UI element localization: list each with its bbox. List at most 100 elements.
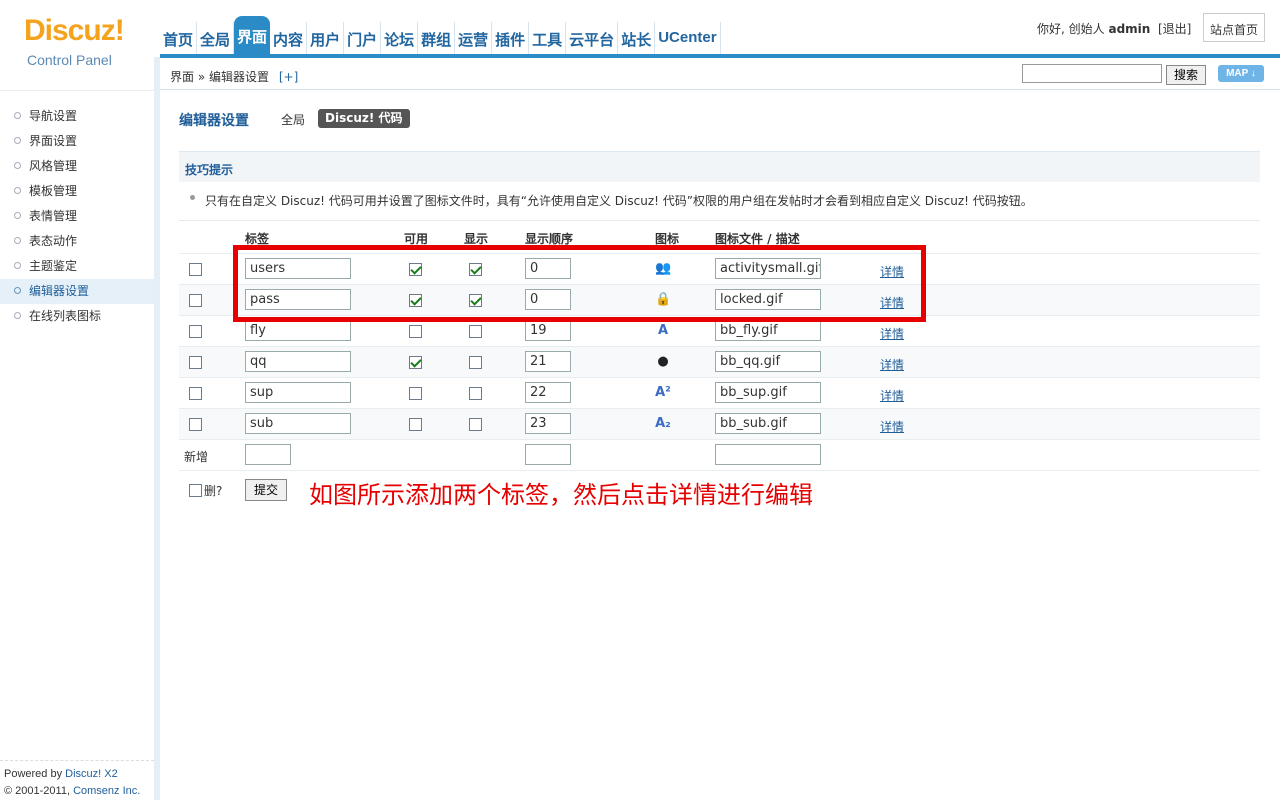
fly-icon: A: [657, 323, 669, 338]
column-header-enabled: 可用: [404, 232, 429, 246]
order-input[interactable]: 23: [525, 413, 571, 434]
nav-item-4[interactable]: 用户: [307, 22, 345, 54]
detail-link[interactable]: 详情: [880, 325, 904, 342]
sidebar-item-5[interactable]: 表态动作: [0, 229, 154, 254]
nav-item-3[interactable]: 内容: [270, 22, 308, 54]
delete-all-checkbox[interactable]: [189, 484, 202, 497]
breadcrumb-separator: »: [197, 70, 206, 84]
nav-item-11[interactable]: 云平台: [566, 22, 619, 54]
tab-global[interactable]: 全局: [281, 111, 305, 128]
sidebar-item-1[interactable]: 界面设置: [0, 129, 154, 154]
tag-input[interactable]: fly: [245, 320, 351, 341]
column-header-icon: 图标: [655, 232, 680, 246]
enabled-checkbox[interactable]: [409, 325, 422, 338]
nav-item-1[interactable]: 全局: [197, 22, 235, 54]
sidebar-item-label: 主题鉴定: [29, 259, 78, 273]
add-shortcut-link[interactable]: [+]: [279, 70, 298, 84]
row-select-checkbox[interactable]: [189, 387, 202, 400]
site-home-button[interactable]: 站点首页: [1203, 13, 1265, 42]
sidebar-item-4[interactable]: 表情管理: [0, 204, 154, 229]
nav-item-12[interactable]: 站长: [618, 22, 656, 54]
row-select-checkbox[interactable]: [189, 294, 202, 307]
shown-checkbox[interactable]: [469, 325, 482, 338]
icon-file-input[interactable]: bb_fly.gif: [715, 320, 821, 341]
icon-file-input[interactable]: bb_qq.gif: [715, 351, 821, 372]
circle-bullet-icon: [14, 237, 21, 244]
icon-file-input[interactable]: bb_sub.gif: [715, 413, 821, 434]
new-tag-input[interactable]: [245, 444, 291, 465]
order-input[interactable]: 21: [525, 351, 571, 372]
order-input[interactable]: 0: [525, 258, 571, 279]
sidebar-item-3[interactable]: 模板管理: [0, 179, 154, 204]
nav-item-2[interactable]: 界面: [234, 16, 271, 54]
enabled-checkbox[interactable]: [409, 263, 422, 276]
logout-link[interactable]: [退出]: [1158, 22, 1191, 36]
nav-item-10[interactable]: 工具: [529, 22, 567, 54]
nav-item-8[interactable]: 运营: [455, 22, 493, 54]
new-order-input[interactable]: [525, 444, 571, 465]
order-input[interactable]: 22: [525, 382, 571, 403]
enabled-checkbox[interactable]: [409, 356, 422, 369]
column-header-file: 图标文件 / 描述: [715, 232, 800, 246]
detail-link[interactable]: 详情: [880, 356, 904, 373]
icon-file-input[interactable]: locked.gif: [715, 289, 821, 310]
detail-link[interactable]: 详情: [880, 263, 904, 280]
nav-item-6[interactable]: 论坛: [381, 22, 419, 54]
tag-input[interactable]: users: [245, 258, 351, 279]
tag-input[interactable]: pass: [245, 289, 351, 310]
nav-item-0[interactable]: 首页: [160, 22, 198, 54]
row-select-checkbox[interactable]: [189, 325, 202, 338]
enabled-checkbox[interactable]: [409, 387, 422, 400]
nav-item-5[interactable]: 门户: [344, 22, 382, 54]
search-input[interactable]: [1022, 64, 1162, 83]
shown-checkbox[interactable]: [469, 387, 482, 400]
nav-item-9[interactable]: 插件: [492, 22, 530, 54]
nav-item-7[interactable]: 群组: [418, 22, 456, 54]
sidebar-item-2[interactable]: 风格管理: [0, 154, 154, 179]
comsenz-link[interactable]: Comsenz Inc.: [73, 785, 140, 797]
discuz-link[interactable]: Discuz! X2: [65, 768, 118, 780]
search-button[interactable]: 搜索: [1166, 65, 1206, 85]
tab-discuz-code[interactable]: Discuz! 代码: [318, 109, 410, 128]
order-input[interactable]: 0: [525, 289, 571, 310]
tag-input[interactable]: sub: [245, 413, 351, 434]
breadcrumb-section[interactable]: 界面: [170, 70, 194, 84]
circle-bullet-icon: [14, 212, 21, 219]
sidebar-item-label: 在线列表图标: [29, 309, 102, 323]
detail-link[interactable]: 详情: [880, 294, 904, 311]
sup-icon: A²: [655, 385, 671, 400]
shown-checkbox[interactable]: [469, 418, 482, 431]
enabled-checkbox[interactable]: [409, 418, 422, 431]
row-select-checkbox[interactable]: [189, 356, 202, 369]
nav-item-13[interactable]: UCenter: [655, 22, 721, 54]
column-header-shown: 显示: [464, 232, 489, 246]
lock-icon: 🔒: [655, 292, 672, 307]
sidebar-item-8[interactable]: 在线列表图标: [0, 304, 154, 329]
sidebar-item-7[interactable]: 编辑器设置: [0, 279, 154, 304]
tag-input[interactable]: qq: [245, 351, 351, 372]
sidebar-item-0[interactable]: 导航设置: [0, 104, 154, 129]
map-button[interactable]: MAP ↓: [1218, 65, 1264, 82]
submit-button[interactable]: 提交: [245, 479, 287, 501]
new-file-input[interactable]: [715, 444, 821, 465]
row-select-checkbox[interactable]: [189, 418, 202, 431]
table-row: fly 19 Abb_fly.gif 详情: [179, 315, 1260, 346]
detail-link[interactable]: 详情: [880, 418, 904, 435]
annotation-text: 如图所示添加两个标签，然后点击详情进行编辑: [309, 481, 813, 509]
sidebar-item-6[interactable]: 主题鉴定: [0, 254, 154, 279]
enabled-checkbox[interactable]: [409, 294, 422, 307]
shown-checkbox[interactable]: [469, 294, 482, 307]
order-input[interactable]: 19: [525, 320, 571, 341]
row-select-checkbox[interactable]: [189, 263, 202, 276]
detail-link[interactable]: 详情: [880, 387, 904, 404]
icon-file-input[interactable]: bb_sup.gif: [715, 382, 821, 403]
circle-bullet-icon: [14, 137, 21, 144]
shown-checkbox[interactable]: [469, 356, 482, 369]
divider: [179, 220, 1260, 221]
tips-text: 只有在自定义 Discuz! 代码可用并设置了图标文件时，具有“允许使用自定义 …: [205, 194, 1033, 208]
icon-file-input[interactable]: activitysmall.gif: [715, 258, 821, 279]
shown-checkbox[interactable]: [469, 263, 482, 276]
tag-input[interactable]: sup: [245, 382, 351, 403]
sidebar-item-label: 导航设置: [29, 109, 78, 123]
column-header-order: 显示顺序: [525, 232, 574, 246]
